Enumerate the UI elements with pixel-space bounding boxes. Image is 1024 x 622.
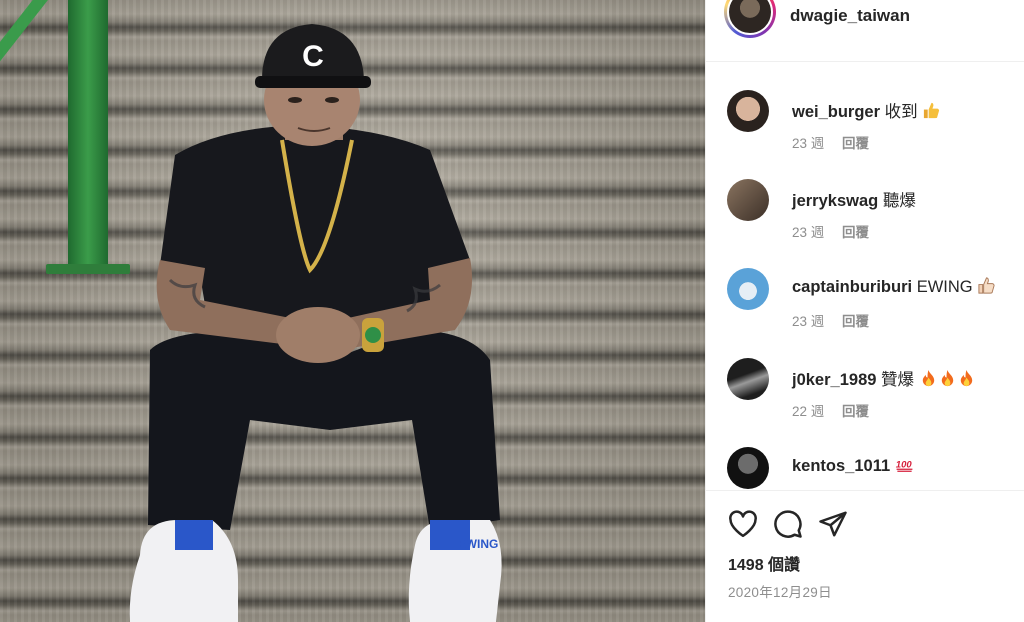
comment-text: j0ker_1989 贊爆 [792, 366, 976, 390]
fire-icon [922, 369, 934, 387]
send-icon [819, 511, 847, 537]
comment-username[interactable]: kentos_1011 [792, 457, 890, 475]
svg-text:C: C [302, 40, 324, 73]
likes-count[interactable]: 1498 個讚 [728, 551, 800, 575]
comment-item: j0ker_1989 贊爆 22 週 回覆 [706, 358, 1024, 438]
comment-username[interactable]: wei_burger [792, 103, 880, 121]
shoe-brand-text: EWING [458, 537, 499, 551]
comment-body: 贊爆 [881, 371, 915, 389]
comment-username[interactable]: captainburiburi [792, 278, 912, 296]
person-figure: C EWING [129, 24, 502, 622]
comment-text: kentos_1011 100 [792, 455, 914, 476]
comment-item: captainburiburi EWING 23 週 回覆 [706, 268, 1024, 348]
comment-meta: 22 週 回覆 [792, 400, 869, 420]
reply-button[interactable]: 回覆 [842, 314, 869, 329]
thumbs-up-outline-icon [978, 277, 995, 294]
comment-avatar[interactable] [727, 358, 769, 400]
post-actions [726, 507, 850, 539]
comments-list[interactable]: wei_burger 收到 23 週 回覆 jerrykswag 聽爆 23 週… [706, 62, 1024, 490]
comment-text: captainburiburi EWING [792, 276, 996, 297]
comment-meta: 23 週 回覆 [792, 221, 869, 241]
comment-body: 收到 [884, 103, 918, 121]
author-avatar[interactable] [724, 0, 776, 38]
comment-body: 聽爆 [882, 192, 916, 210]
comment-meta: 23 週 回覆 [792, 132, 869, 152]
share-button[interactable] [816, 507, 850, 541]
fire-icon [960, 369, 972, 387]
comment-icon [774, 510, 802, 538]
comment-age: 23 週 [792, 225, 825, 240]
comment-username[interactable]: j0ker_1989 [792, 371, 876, 389]
comment-item: jerrykswag 聽爆 23 週 回覆 [706, 179, 1024, 259]
comment-text: jerrykswag 聽爆 [792, 187, 916, 211]
comment-body: EWING [916, 278, 973, 296]
comment-text: wei_burger 收到 [792, 98, 941, 122]
reply-button[interactable]: 回覆 [842, 225, 869, 240]
heart-icon [729, 510, 757, 538]
thumbs-up-icon [924, 102, 940, 119]
post-side-panel: dwagie_taiwan wei_burger 收到 23 週 回覆 jerr… [705, 0, 1024, 622]
hundred-points-icon: 100 [896, 460, 913, 472]
comment-meta: 23 週 回覆 [792, 310, 869, 330]
post-photo[interactable]: C EWING [0, 0, 705, 622]
comment-age: 23 週 [792, 136, 825, 151]
post-date[interactable]: 2020年12月29日 [728, 581, 832, 601]
post-footer: 1498 個讚 2020年12月29日 [706, 490, 1024, 622]
comment-avatar[interactable] [727, 447, 769, 489]
comment-button[interactable] [771, 507, 805, 541]
post-header: dwagie_taiwan [706, 0, 1024, 62]
comment-item: kentos_1011 100 [706, 447, 1024, 490]
comment-age: 23 週 [792, 314, 825, 329]
comment-avatar[interactable] [727, 179, 769, 221]
reply-button[interactable]: 回覆 [842, 136, 869, 151]
comment-age: 22 週 [792, 404, 825, 419]
like-button[interactable] [726, 507, 760, 541]
comment-avatar[interactable] [727, 268, 769, 310]
fire-icon [941, 369, 953, 387]
comment-item: wei_burger 收到 23 週 回覆 [706, 90, 1024, 170]
author-username[interactable]: dwagie_taiwan [790, 6, 910, 26]
reply-button[interactable]: 回覆 [842, 404, 869, 419]
comment-username[interactable]: jerrykswag [792, 192, 878, 210]
comment-avatar[interactable] [727, 90, 769, 132]
